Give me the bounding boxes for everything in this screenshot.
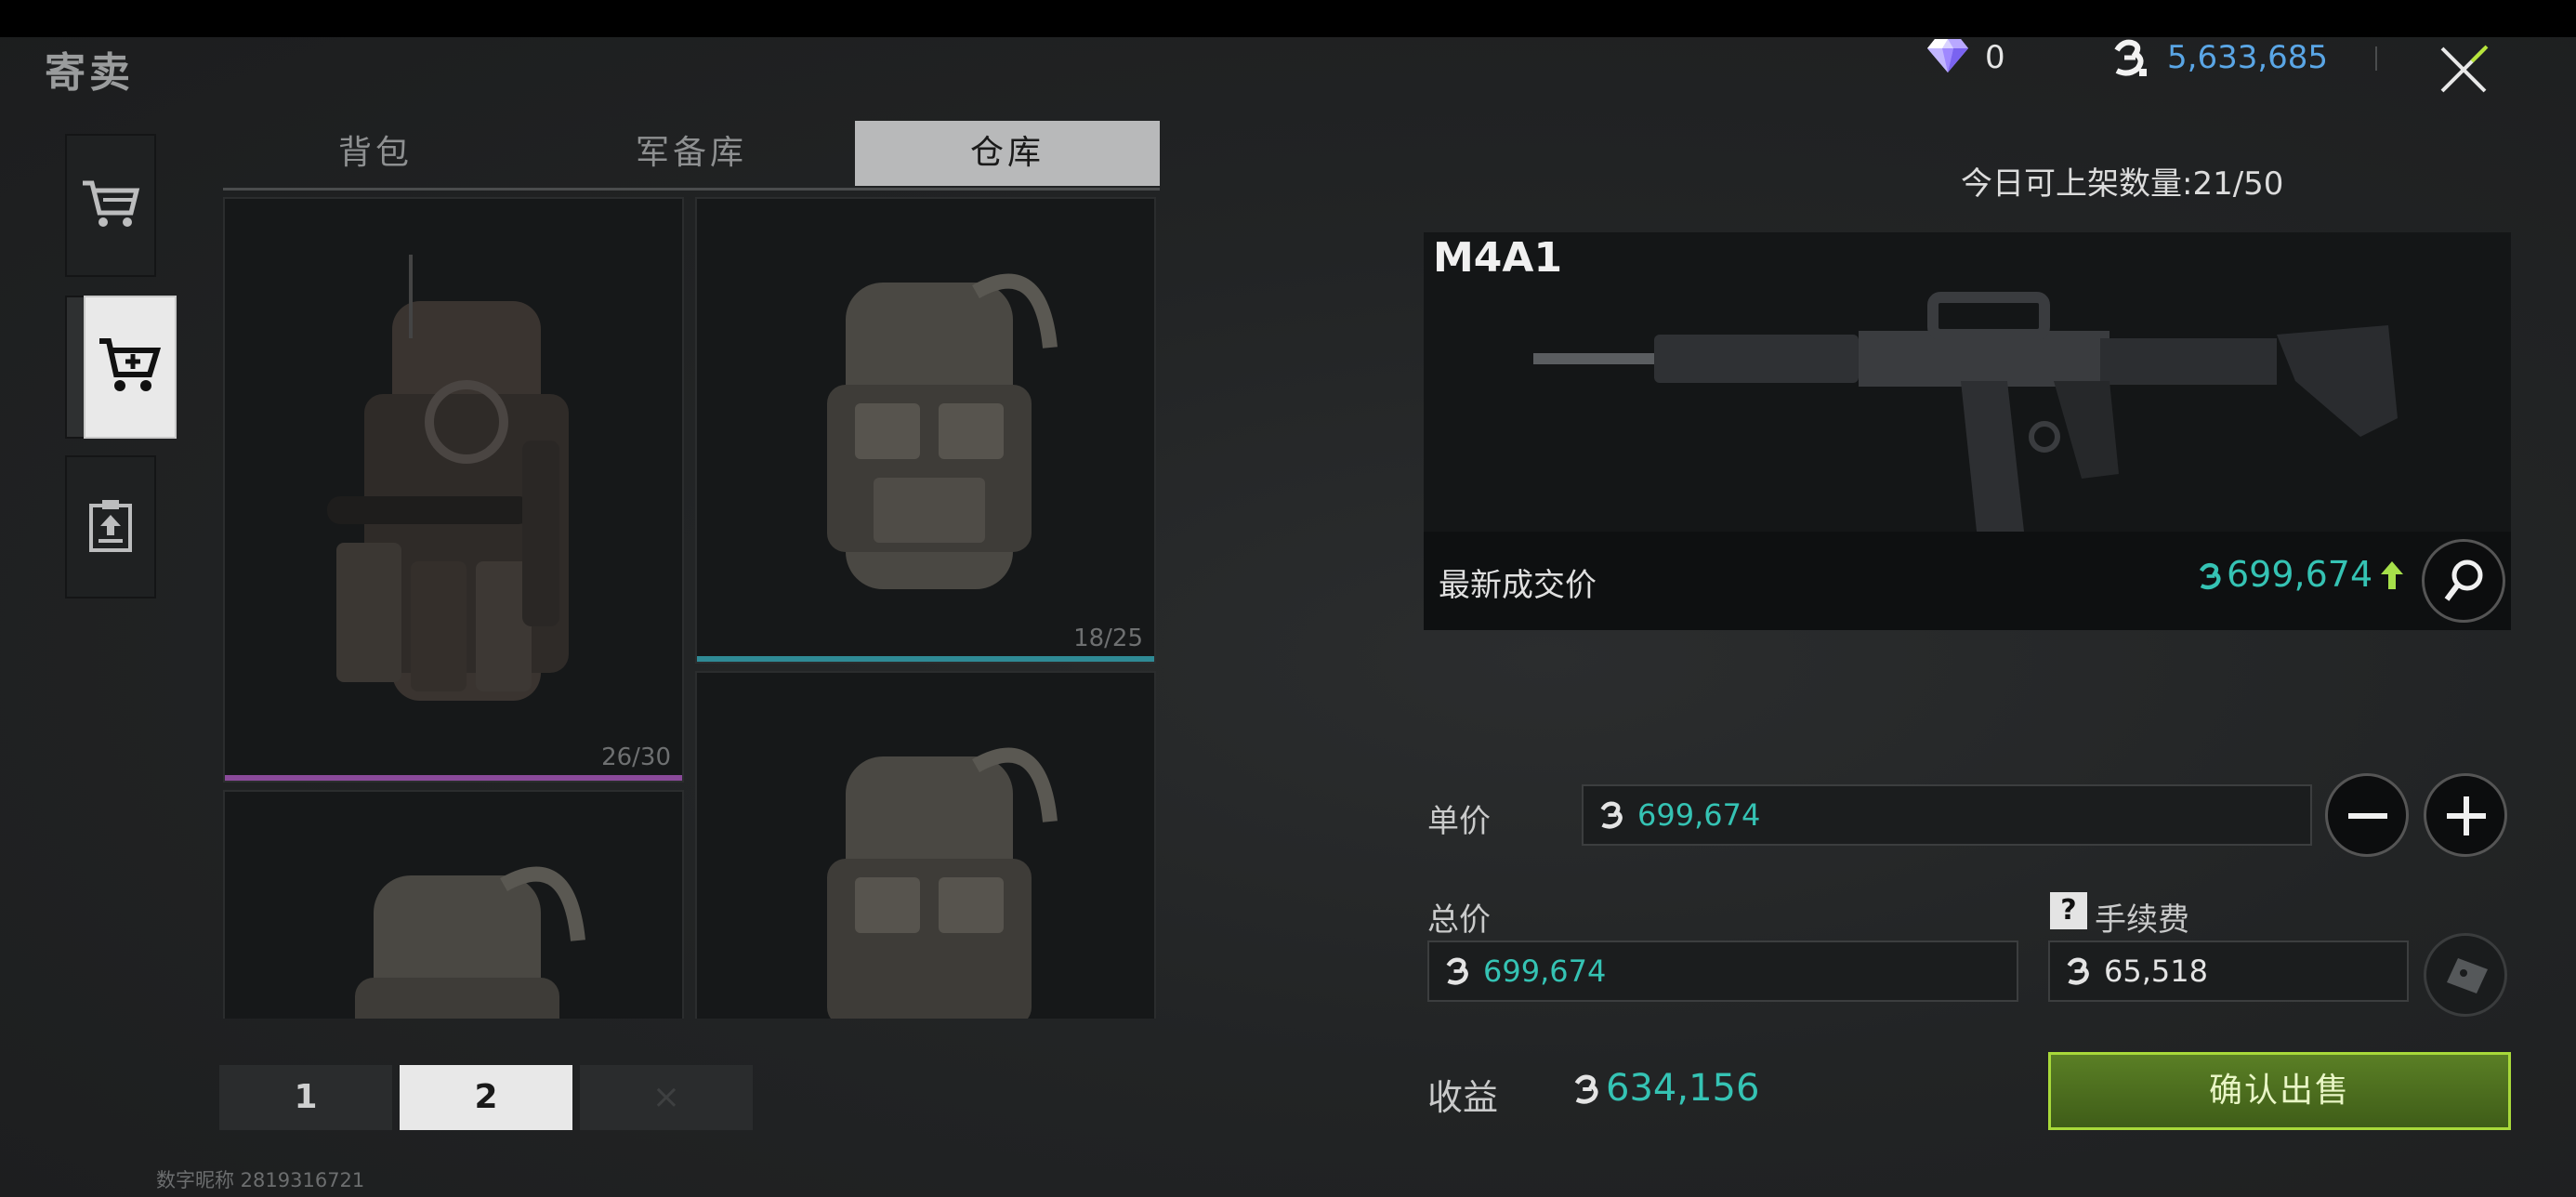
tactical-vest-icon (271, 227, 643, 747)
plus-icon (2447, 796, 2486, 835)
coin-icon (1444, 955, 1472, 991)
balance-amount: 5,633,685 (2167, 39, 2329, 76)
tab-backpack[interactable]: 背包 (223, 121, 528, 186)
fee-label: 手续费 (2095, 901, 2189, 939)
tab-warehouse[interactable]: 仓库 (855, 121, 1160, 186)
total-price-value: 699,674 (1483, 954, 1607, 989)
storage-tabs: 背包 军备库 仓库 (223, 121, 1160, 191)
backpack-icon (790, 710, 1069, 1019)
grid-item[interactable]: 26/30 (223, 197, 684, 783)
search-icon (2443, 559, 2486, 605)
backpack-icon (318, 829, 597, 1019)
gem-count: 0 (1985, 39, 2005, 76)
confirm-sell-button[interactable]: 确认出售 (2048, 1052, 2511, 1130)
coin-icon (1572, 1072, 1602, 1106)
page-1-button[interactable]: 1 (219, 1065, 392, 1130)
page-2-button[interactable]: 2 (400, 1065, 572, 1130)
durability-label: 26/30 (601, 743, 671, 771)
item-name: M4A1 (1433, 234, 1563, 282)
profit-label: 收益 (1427, 1077, 1499, 1118)
daily-listing-limit: 今日可上架数量:21/50 (1961, 165, 2284, 203)
player-nickname: 数字昵称 2819316721 (156, 1169, 365, 1191)
rarity-bar (697, 656, 1154, 662)
rail-buy-button[interactable] (65, 134, 156, 277)
increase-price-button[interactable] (2424, 773, 2507, 857)
decrease-price-button[interactable] (2325, 773, 2409, 857)
fee-help-icon[interactable]: ? (2050, 892, 2087, 929)
grid-item[interactable] (223, 790, 684, 1019)
page-title: 寄卖 (45, 49, 134, 97)
ticket-icon (2445, 956, 2490, 995)
fee-field: 65,518 (2048, 940, 2409, 1002)
grid-item[interactable] (695, 671, 1156, 1019)
cart-icon (81, 178, 140, 233)
durability-label: 18/25 (1073, 625, 1143, 652)
coin-icon (2111, 37, 2149, 78)
rail-listings-button[interactable] (65, 455, 156, 598)
total-price-label: 总价 (1427, 901, 1491, 939)
coin-icon (2197, 561, 2225, 591)
fee-value: 65,518 (2104, 954, 2208, 989)
close-button[interactable] (2425, 33, 2496, 104)
latest-price-label: 最新成交价 (1439, 567, 1597, 604)
diamond-icon (1927, 35, 1968, 72)
tab-armory[interactable]: 军备库 (539, 121, 844, 186)
arrow-up-icon (2381, 561, 2403, 589)
latest-price-value: 699,674 (2227, 554, 2373, 595)
clipboard-upload-icon (87, 498, 134, 556)
unit-price-input[interactable]: 699,674 (1582, 784, 2312, 846)
header-divider (2375, 46, 2377, 71)
page-disabled-button: × (580, 1065, 753, 1130)
total-price-field: 699,674 (1427, 940, 2018, 1002)
unit-price-label: 单价 (1427, 803, 1491, 840)
grid-item[interactable]: 18/25 (695, 197, 1156, 664)
unit-price-value: 699,674 (1637, 797, 1761, 833)
cart-sell-icon (98, 335, 163, 399)
minus-icon (2348, 813, 2387, 819)
coin-icon (2065, 955, 2093, 991)
fee-ticket-button[interactable] (2424, 933, 2507, 1017)
rail-sell-button[interactable] (84, 296, 177, 439)
coin-icon (1598, 799, 1626, 835)
profit-value: 634,156 (1606, 1067, 1760, 1110)
search-price-button[interactable] (2422, 539, 2505, 623)
status-bar (0, 0, 2576, 37)
item-grid: 26/30 18/25 (223, 197, 1160, 1019)
backpack-icon (790, 236, 1069, 626)
rarity-bar (225, 775, 682, 781)
